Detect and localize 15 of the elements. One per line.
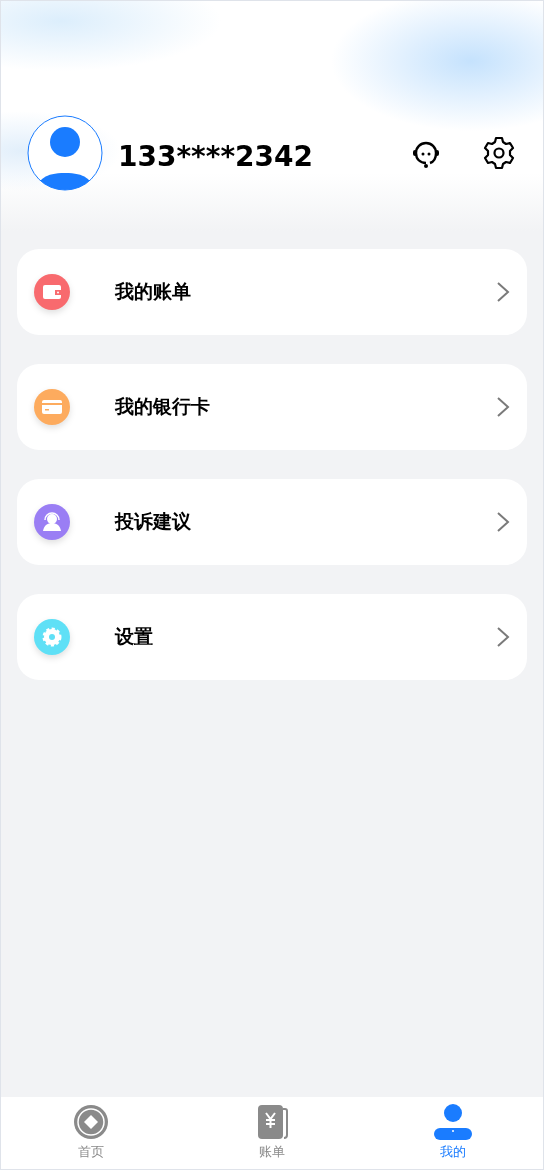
menu-item[interactable]: 我的银行卡 <box>17 364 527 450</box>
menu-label: 投诉建议 <box>115 509 192 534</box>
nav-tab[interactable]: 账单 <box>181 1097 363 1169</box>
menu-item[interactable]: 我的账单 <box>17 249 527 335</box>
phone-number: 133****2342 <box>118 140 314 173</box>
settings-icon[interactable] <box>481 135 517 171</box>
home-icon <box>72 1104 111 1140</box>
menu-label: 设置 <box>115 624 154 649</box>
nav-tab[interactable]: 首页 <box>1 1097 182 1169</box>
person-icon <box>433 1104 472 1140</box>
menu-label: 我的银行卡 <box>115 394 211 419</box>
menu-item[interactable]: 设置 <box>17 594 527 680</box>
nav-tab[interactable]: 我的 <box>362 1097 543 1169</box>
menu-item[interactable]: 投诉建议 <box>17 479 527 565</box>
menu-label: 我的账单 <box>115 279 192 304</box>
